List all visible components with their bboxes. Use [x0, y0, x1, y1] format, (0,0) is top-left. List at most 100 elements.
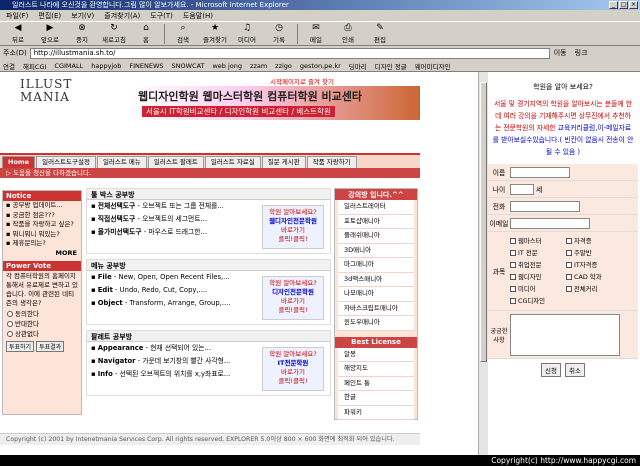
notice-item[interactable]: ▪ 궁금한 점은??? [3, 211, 81, 221]
link-item[interactable]: 딩마리 [349, 61, 367, 71]
banner-ad[interactable]: 웹디자인학원 웹마스터학원 컴퓨터학원 비교센타 서울시 IT학원비교센타 / … [130, 86, 420, 120]
checkbox-icon[interactable] [510, 298, 516, 304]
lecture-link[interactable]: 3d맥스매니아 [338, 272, 414, 287]
favorites-button[interactable]: ★ 즐겨찾기 [199, 22, 231, 45]
best-license-link[interactable]: 페인트 통 [338, 376, 414, 391]
email-input[interactable] [510, 217, 590, 229]
best-license-link[interactable]: 파워키 [338, 405, 414, 420]
home-button[interactable]: ⌂ 홈 [130, 22, 162, 45]
radio-icon[interactable] [7, 310, 13, 317]
print-button[interactable]: ⎙ 인쇄 [332, 22, 364, 45]
link-item[interactable]: CGIMALL [54, 62, 83, 70]
checkbox-icon[interactable] [566, 286, 572, 292]
vote-option[interactable]: 반대한다 [3, 319, 81, 329]
checkbox-icon[interactable] [566, 250, 572, 256]
radio-icon[interactable] [7, 320, 13, 327]
submit-button[interactable]: 신청 [541, 363, 561, 377]
menu-tools[interactable]: 도구(T) [150, 10, 173, 21]
link-item[interactable]: 디자인 정글 [375, 61, 407, 71]
vote-button[interactable]: 투표하기 [6, 340, 35, 352]
menu-help[interactable]: 도움말(H) [183, 10, 213, 21]
vote-option[interactable]: 동의한다 [3, 309, 81, 319]
nav-palette[interactable]: 일러스트 팔레트 [147, 156, 204, 168]
best-license-link[interactable]: 한글 [338, 391, 414, 406]
nav-qna[interactable]: 질문 게시판 [261, 156, 306, 168]
course-checkbox[interactable]: IT자격증 [566, 259, 622, 271]
link-item[interactable]: 웨어미디자인 [415, 61, 451, 71]
scrollbar[interactable] [478, 72, 488, 455]
course-checkbox[interactable]: CG디자인 [510, 295, 566, 307]
vote-results-button[interactable]: 투표결과 [36, 340, 65, 352]
link-item[interactable]: 해피CGI [23, 61, 46, 71]
best-license-link[interactable]: 해양지도 [338, 362, 414, 377]
menu-view[interactable]: 보기(V) [71, 10, 94, 21]
notice-item[interactable]: ▪ 공부방 업데이트... [3, 201, 81, 211]
menu-favorites[interactable]: 즐겨찾기(A) [104, 10, 140, 21]
refresh-button[interactable]: ↻ 새로고침 [98, 22, 130, 45]
nav-home[interactable]: Home [2, 156, 36, 168]
academy-ad[interactable]: 학원 알아보세요? 디자인전문학원 바로가기 클릭!클릭! [262, 276, 324, 320]
link-item[interactable]: happyjob [91, 62, 121, 70]
maximize-button[interactable]: □ [619, 1, 628, 9]
link-item[interactable]: FINENEWS [129, 62, 163, 70]
section-item[interactable]: ▪ Info - 선택된 오브젝트의 위치를 x,y좌표로... [87, 368, 247, 381]
section-item[interactable]: ▪ Appearance - 현재 선택되어 있는... [87, 342, 247, 355]
age-input[interactable] [510, 183, 534, 195]
checkbox-icon[interactable] [510, 238, 516, 244]
history-button[interactable]: ◷ 기록 [263, 22, 295, 45]
top-links[interactable]: 시작페이지로 즐겨 찾기 [270, 76, 334, 86]
section-item[interactable]: ▪ Edit - Undo, Redo, Cut, Copy,.... [87, 284, 247, 297]
lecture-link[interactable]: 자바스크립트매니아 [338, 301, 414, 316]
message-textarea[interactable] [510, 313, 620, 356]
section-item[interactable]: ▪ Navigator - 가운데 보기창의 빨간 사각형... [87, 355, 247, 368]
go-button[interactable]: 이동 [554, 48, 567, 58]
course-checkbox[interactable]: 취업전문 [510, 259, 566, 271]
links-label[interactable]: 링크 [575, 48, 588, 58]
link-item[interactable]: web jong [212, 62, 242, 70]
lecture-link[interactable]: 플래쉬매니아 [338, 229, 414, 244]
phone-input[interactable] [510, 200, 580, 212]
forward-button[interactable]: ▶ 앞으로 [34, 22, 66, 45]
notice-item[interactable]: ▪ 작품을 자랑하고 싶은? [3, 220, 81, 230]
back-button[interactable]: ◀ 뒤로 [2, 22, 34, 45]
section-item[interactable]: ▪ 직접선택도구 - 오브젝트의 세그먼트... [87, 213, 247, 226]
checkbox-icon[interactable] [510, 274, 516, 280]
notice-more-link[interactable]: MORE [3, 249, 81, 257]
section-item[interactable]: ▪ 올가미선택도구 - 마우스로 드래그한... [87, 226, 247, 239]
link-item[interactable]: geston,pe.kr [300, 62, 341, 70]
checkbox-icon[interactable] [566, 262, 572, 268]
nav-resources[interactable]: 일러스트 자료실 [204, 156, 261, 168]
checkbox-icon[interactable] [510, 262, 516, 268]
course-checkbox[interactable]: 미디어 [510, 283, 566, 295]
academy-ad[interactable]: 학원 알아보세요? IT전문학원 바로가기 클릭!클릭! [262, 347, 324, 391]
course-checkbox[interactable]: 주말반 [566, 247, 622, 259]
course-checkbox[interactable]: CAD 학과 [566, 271, 622, 283]
best-license-link[interactable]: 알몽 [338, 347, 414, 362]
nav-tool-settings[interactable]: 일러스트도구설정 [36, 156, 96, 168]
course-checkbox[interactable]: IT 전문 [510, 247, 566, 259]
media-button[interactable]: ♫ 미디어 [231, 22, 263, 45]
nav-showcase[interactable]: 작품 자랑하기 [306, 156, 357, 168]
notice-item[interactable]: ▪ 뭐니뭐니 뭐있는? [3, 230, 81, 240]
course-checkbox[interactable]: 웹마스터 [510, 235, 566, 247]
lecture-link[interactable]: 3D매니아 [338, 243, 414, 258]
radio-icon[interactable] [7, 330, 13, 337]
lecture-link[interactable]: 윈도우매니아 [338, 316, 414, 331]
stop-button[interactable]: ⊗ 중지 [66, 22, 98, 45]
menu-file[interactable]: 파일(F) [6, 10, 28, 21]
academy-ad[interactable]: 학원 알아보세요? 웹디자인전문학원 바로가기 클릭!클릭! [262, 205, 324, 249]
checkbox-icon[interactable] [566, 274, 572, 280]
menu-edit[interactable]: 편집(E) [38, 10, 61, 21]
edit-button[interactable]: ✎ 편집 [364, 22, 396, 45]
cancel-button[interactable]: 취소 [565, 363, 585, 377]
link-item[interactable]: SNOWCAT [172, 62, 205, 70]
checkbox-icon[interactable] [510, 286, 516, 292]
vote-option[interactable]: 상관없다 [3, 329, 81, 339]
checkbox-icon[interactable] [510, 250, 516, 256]
site-logo[interactable]: ILLUST MANIA [20, 78, 80, 118]
section-item[interactable]: ▪ File - New, Open, Open Recent Files,..… [87, 271, 247, 284]
course-checkbox[interactable]: 웹디자인 [510, 271, 566, 283]
lecture-link[interactable]: 포토샵매니아 [338, 214, 414, 229]
nav-menu[interactable]: 일러스트 메뉴 [96, 156, 147, 168]
course-checkbox[interactable]: 자격증 [566, 235, 622, 247]
